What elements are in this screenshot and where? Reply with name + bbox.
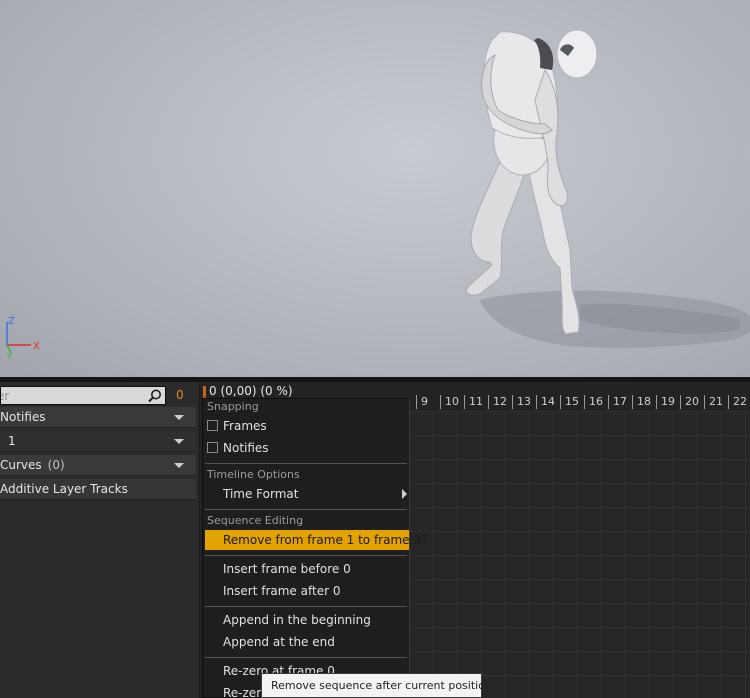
menu-item-append-end[interactable]: Append at the end (203, 632, 409, 652)
menu-item-label: Insert frame before 0 (223, 562, 351, 576)
menu-item-time-format[interactable]: Time Format (203, 484, 409, 504)
track-list-panel: 0 Notifies 1 Curves (0) Additive Layer Tr… (0, 382, 200, 698)
track-additive-label: Additive Layer Tracks (0, 482, 128, 496)
mannequin-character (465, 29, 750, 348)
menu-header-snapping: Snapping (207, 400, 259, 413)
menu-item-insert-before[interactable]: Insert frame before 0 (203, 559, 409, 579)
chevron-down-icon[interactable] (174, 415, 184, 420)
search-icon[interactable] (146, 388, 164, 404)
checkbox-notifies[interactable] (207, 442, 218, 453)
menu-item-label: Frames (223, 419, 267, 433)
track-notifies-label: Notifies (0, 410, 46, 424)
tooltip: Remove sequence after current position (261, 673, 492, 698)
ruler-tick: 13 (512, 395, 531, 409)
ruler-tick: 20 (680, 395, 699, 409)
axis-x-label: X (33, 341, 40, 352)
ruler-tick: 11 (464, 395, 483, 409)
menu-separator (205, 606, 407, 607)
curves-title: Curves (0, 458, 42, 472)
menu-item-label: Notifies (223, 441, 269, 455)
ruler-tick: 22 (728, 395, 747, 409)
frame-count: 0 (176, 388, 184, 402)
menu-header-sequence-editing: Sequence Editing (207, 514, 304, 527)
axis-gizmo: Z X Y (6, 316, 40, 361)
menu-separator (205, 463, 407, 464)
ruler-tick: 16 (584, 395, 603, 409)
menu-header-timeline-options: Timeline Options (207, 468, 300, 481)
menu-item-label: Append in the beginning (223, 613, 371, 627)
menu-item-snap-notifies[interactable]: Notifies (203, 438, 409, 458)
track-additive-layer[interactable]: Additive Layer Tracks (0, 479, 196, 500)
ruler-tick: 17 (608, 395, 627, 409)
checkbox-frames[interactable] (207, 420, 218, 431)
menu-item-label: Time Format (223, 487, 299, 501)
track-search-row: 0 (0, 386, 200, 406)
ruler-tick: 14 (536, 395, 555, 409)
menu-item-label: Insert frame after 0 (223, 584, 341, 598)
menu-item-insert-after[interactable]: Insert frame after 0 (203, 581, 409, 601)
head (556, 29, 598, 79)
menu-item-label: Append at the end (223, 635, 335, 649)
ruler-tick: 15 (560, 395, 579, 409)
menu-separator (205, 657, 407, 658)
axis-z-label: Z (8, 316, 15, 327)
timeline-context-menu: Snapping Frames Notifies Timeline Option… (202, 398, 429, 698)
track-notify-1-label: 1 (8, 434, 16, 448)
menu-item-snap-frames[interactable]: Frames (203, 416, 409, 436)
menu-item-label: Remove from frame 1 to frame 37 (223, 533, 429, 547)
timeline-grid[interactable] (409, 411, 750, 698)
track-notify-1[interactable]: 1 (0, 431, 196, 452)
menu-item-remove-frames[interactable]: Remove from frame 1 to frame 37 (205, 530, 429, 550)
menu-item-append-beginning[interactable]: Append in the beginning (203, 610, 409, 630)
ruler-tick: 21 (704, 395, 723, 409)
ruler-tick: 10 (440, 395, 459, 409)
track-notifies[interactable]: Notifies (0, 407, 196, 428)
ruler-tick: 9 (416, 395, 428, 409)
track-curves-label: Curves (0) (0, 458, 65, 472)
submenu-arrow-icon (402, 489, 407, 499)
animation-viewport[interactable]: Z X Y (0, 0, 750, 377)
chevron-down-icon[interactable] (174, 439, 184, 444)
curves-count: (0) (47, 458, 65, 472)
axis-y-label: Y (6, 352, 12, 361)
ruler-tick: 18 (632, 395, 651, 409)
chevron-down-icon[interactable] (174, 463, 184, 468)
ruler-tick: 12 (488, 395, 507, 409)
menu-separator (205, 555, 407, 556)
search-input[interactable] (0, 386, 166, 405)
menu-separator (205, 509, 407, 510)
ruler-tick: 19 (656, 395, 675, 409)
track-curves[interactable]: Curves (0) (0, 455, 196, 476)
